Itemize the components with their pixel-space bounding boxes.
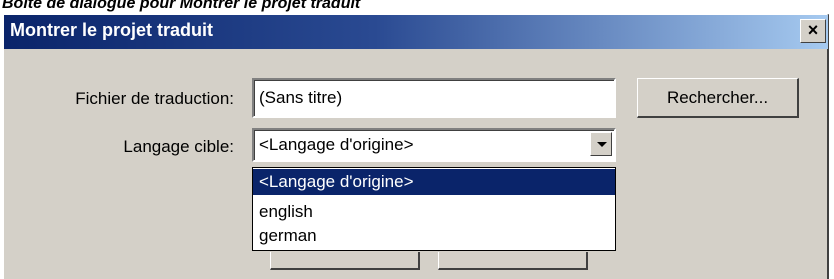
screenshot: Boîte de dialogue pour Montrer le projet… <box>0 0 834 279</box>
file-label: Fichier de traduction: <box>75 89 234 108</box>
language-option-german[interactable]: german <box>253 223 615 249</box>
language-option-origin[interactable]: <Langage d'origine> <box>253 169 615 195</box>
file-field[interactable]: (Sans titre) <box>252 78 616 118</box>
language-option-english[interactable]: english <box>253 199 615 225</box>
close-icon: × <box>807 20 819 40</box>
title-bar[interactable]: Montrer le projet traduit × <box>4 15 828 49</box>
language-select[interactable]: <Langage d'origine> <box>252 128 616 162</box>
file-field-value: (Sans titre) <box>259 88 343 107</box>
language-label: Langage cible: <box>123 137 234 156</box>
dropdown-button[interactable] <box>590 132 612 156</box>
language-dropdown-list: <Langage d'origine> english german <box>252 167 616 251</box>
close-button[interactable]: × <box>800 19 826 43</box>
chevron-down-icon <box>597 142 607 147</box>
cancel-button[interactable] <box>438 252 588 270</box>
dialog-title: Montrer le projet traduit <box>10 20 214 40</box>
ok-button[interactable] <box>270 252 420 270</box>
browse-button[interactable]: Rechercher... <box>637 78 799 118</box>
figure-caption: Boîte de dialogue pour Montrer le projet… <box>2 0 361 12</box>
language-select-value: <Langage d'origine> <box>259 135 414 154</box>
